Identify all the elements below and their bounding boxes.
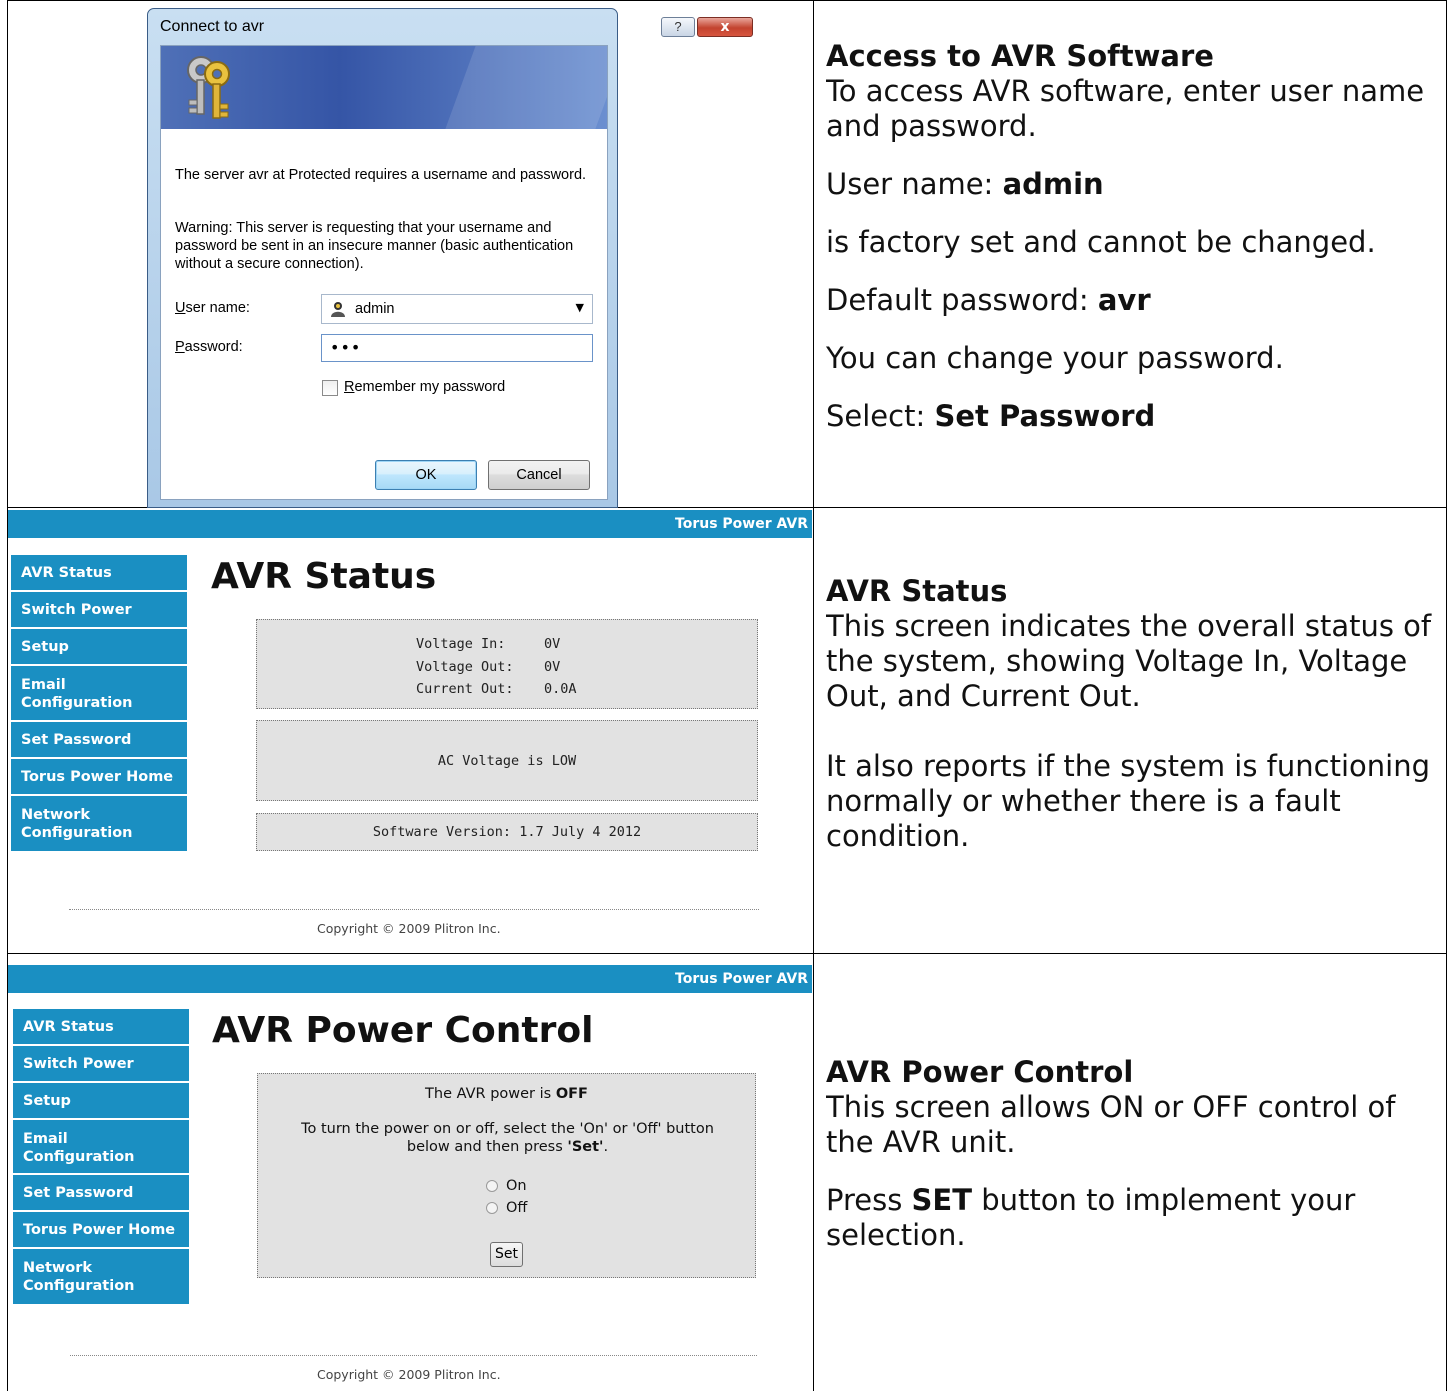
keys-icon — [187, 56, 230, 119]
power-doc-heading: AVR Power Control — [826, 1055, 1134, 1089]
username-label: User name: — [175, 300, 250, 316]
page-title-status: AVR Status — [211, 556, 437, 597]
copyright-status: Copyright © 2009 Plitron Inc. — [317, 921, 501, 936]
status-doc-heading: AVR Status — [826, 574, 1008, 608]
password-field[interactable]: ••• — [321, 334, 593, 362]
dialog-warning: Warning: This server is requesting that … — [175, 220, 574, 272]
alert-panel: AC Voltage is LOW — [256, 720, 758, 801]
current-out-row: Current Out: 0.0A — [416, 681, 577, 697]
power-doc-para2: Press SET button to implement your selec… — [826, 1183, 1356, 1252]
ok-button[interactable]: OK — [375, 460, 477, 490]
table-border-right — [1446, 0, 1447, 1391]
table-border-mid — [813, 0, 814, 1391]
sidebar-item-torus-home[interactable]: Torus Power Home — [13, 1212, 189, 1249]
sidebar-item-torus-home[interactable]: Torus Power Home — [11, 759, 187, 796]
sidebar-item-email-configuration[interactable]: Email Configuration — [11, 666, 187, 722]
access-default-password: Default password: avr — [826, 283, 1151, 317]
radio-on-row[interactable]: On — [486, 1177, 527, 1195]
sidebar-item-switch-power[interactable]: Switch Power — [13, 1046, 189, 1083]
help-button[interactable]: ? — [661, 17, 695, 37]
access-change-note: You can change your password. — [826, 341, 1284, 375]
access-select: Select: Set Password — [826, 399, 1156, 433]
software-version: Software Version: 1.7 July 4 2012 — [372, 824, 642, 840]
status-doc-para2: It also reports if the system is functio… — [826, 749, 1430, 853]
password-value: ••• — [330, 338, 362, 357]
sidebar-item-avr-status[interactable]: AVR Status — [13, 1009, 189, 1046]
set-button[interactable]: Set — [490, 1242, 523, 1267]
dialog-banner — [161, 46, 607, 129]
access-factory-note: is factory set and cannot be changed. — [826, 225, 1376, 259]
access-user: User name: admin — [826, 167, 1104, 201]
status-doc-para1: This screen indicates the overall status… — [826, 609, 1432, 713]
sidebar-item-set-password[interactable]: Set Password — [11, 722, 187, 759]
remember-password-checkbox[interactable] — [322, 380, 338, 396]
sidebar-item-switch-power[interactable]: Switch Power — [11, 592, 187, 629]
chevron-down-icon[interactable]: ▼ — [576, 301, 584, 314]
radio-on[interactable] — [486, 1180, 498, 1192]
brand-label-power: Torus Power AVR — [675, 971, 808, 987]
table-border-left — [7, 0, 8, 1391]
radio-off[interactable] — [486, 1202, 498, 1214]
close-button[interactable]: x — [697, 17, 753, 37]
sidebar-item-avr-status[interactable]: AVR Status — [11, 555, 187, 592]
radio-off-row[interactable]: Off — [486, 1199, 527, 1217]
access-doc: Access to AVR Software To access AVR sof… — [826, 39, 1438, 434]
sidebar-item-setup[interactable]: Setup — [11, 629, 187, 666]
voltage-alert: AC Voltage is LOW — [437, 753, 577, 769]
power-state: The AVR power is OFF — [425, 1086, 588, 1102]
sidebar-nav-status: AVR Status Switch Power Setup Email Confi… — [11, 555, 187, 851]
readings-panel: Voltage In: 0V Voltage Out: 0V Current Out… — [256, 619, 758, 709]
username-combo[interactable]: admin ▼ — [321, 294, 593, 324]
power-panel: The AVR power is OFF To turn the power o… — [257, 1073, 756, 1278]
footer-divider-power — [70, 1355, 757, 1356]
dialog-content: The server avr at Protected requires a u… — [160, 45, 608, 500]
table-row-divider-2 — [7, 953, 1447, 954]
username-value: admin — [355, 301, 395, 317]
password-label: Password: — [175, 339, 243, 355]
sidebar-item-network-configuration[interactable]: Network Configuration — [11, 796, 187, 851]
sidebar-item-set-password[interactable]: Set Password — [13, 1175, 189, 1212]
user-icon — [331, 302, 345, 317]
power-doc-para1: This screen allows ON or OFF control of … — [826, 1090, 1396, 1159]
cancel-button[interactable]: Cancel — [488, 460, 590, 490]
page-title-power: AVR Power Control — [212, 1010, 594, 1051]
footer-divider-status — [69, 909, 759, 910]
dialog-title: Connect to avr — [160, 18, 265, 35]
voltage-in-row: Voltage In: 0V — [416, 636, 561, 652]
login-dialog: Connect to avr ? x The server avr at Pro… — [147, 8, 753, 508]
status-doc: AVR Status This screen indicates the ove… — [826, 574, 1442, 854]
dialog-message: The server avr at Protected requires a u… — [175, 167, 587, 183]
remember-password-label[interactable]: Remember my password — [344, 379, 505, 395]
copyright-power: Copyright © 2009 Plitron Inc. — [317, 1367, 501, 1382]
sidebar-item-email-configuration[interactable]: Email Configuration — [13, 1120, 189, 1175]
version-panel: Software Version: 1.7 July 4 2012 — [256, 813, 758, 851]
power-doc: AVR Power Control This screen allows ON … — [826, 1055, 1438, 1253]
power-instructions: To turn the power on or off, select the … — [301, 1121, 714, 1155]
sidebar-item-setup[interactable]: Setup — [13, 1083, 189, 1120]
sidebar-nav-power: AVR Status Switch Power Setup Email Confi… — [13, 1009, 189, 1304]
table-border-top — [7, 0, 1447, 1]
access-heading: Access to AVR Software — [826, 39, 1214, 73]
voltage-out-row: Voltage Out: 0V — [416, 658, 561, 675]
brand-label: Torus Power AVR — [675, 516, 808, 532]
sidebar-item-network-configuration[interactable]: Network Configuration — [13, 1249, 189, 1304]
header-bar-power: Torus Power AVR — [8, 965, 812, 993]
access-intro: To access AVR software, enter user name … — [826, 74, 1425, 143]
header-bar-status: Torus Power AVR — [8, 510, 812, 538]
